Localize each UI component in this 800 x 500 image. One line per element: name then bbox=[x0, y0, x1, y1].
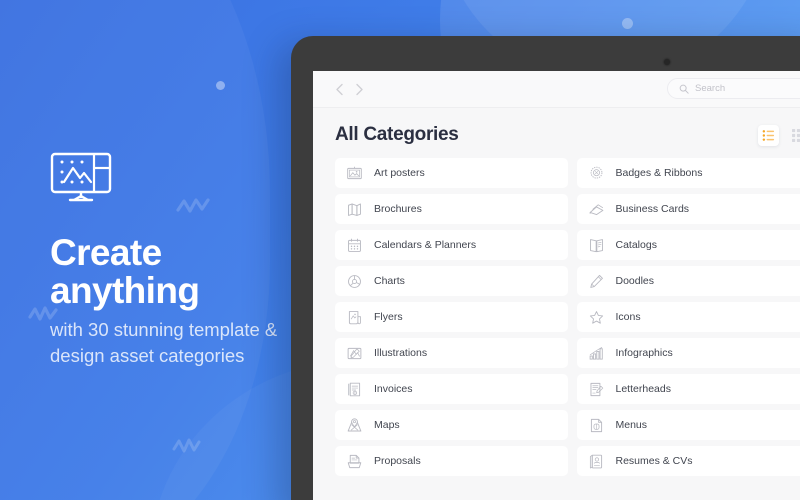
category-label: Catalogs bbox=[615, 239, 657, 251]
flyer-icon bbox=[348, 310, 361, 324]
category-row-flyers[interactable]: Flyers bbox=[335, 302, 568, 332]
search-placeholder-text: Search bbox=[695, 83, 726, 94]
category-label: Brochures bbox=[374, 203, 422, 215]
category-row-badges-ribbons[interactable]: Badges & Ribbons bbox=[576, 158, 800, 188]
category-label: Calendars & Planners bbox=[374, 239, 477, 251]
category-row-art-posters[interactable]: Art posters bbox=[335, 158, 568, 188]
category-row-resumes-cvs[interactable]: Resumes & CVs bbox=[576, 446, 800, 476]
illustration-icon bbox=[347, 347, 362, 359]
category-row-proposals[interactable]: Proposals bbox=[335, 446, 568, 476]
category-row-doodles[interactable]: Doodles bbox=[576, 266, 800, 296]
grid-view-icon bbox=[792, 128, 800, 142]
category-label: Art posters bbox=[374, 167, 425, 179]
category-label: Icons bbox=[615, 311, 641, 323]
proposal-folder-icon bbox=[347, 454, 362, 468]
category-label: Flyers bbox=[374, 311, 403, 323]
decorative-zigzag-icon bbox=[172, 438, 201, 453]
category-row-calendars-planners[interactable]: Calendars & Planners bbox=[335, 230, 568, 260]
chevron-right-icon bbox=[355, 83, 363, 95]
category-label: Letterheads bbox=[615, 383, 671, 395]
decorative-dot bbox=[622, 18, 633, 29]
catalog-icon bbox=[589, 238, 603, 252]
browser-toolbar: Search bbox=[313, 71, 800, 108]
search-input[interactable]: Search bbox=[667, 78, 800, 99]
promo-headline: Create anything bbox=[50, 232, 200, 311]
menu-document-icon bbox=[590, 418, 602, 432]
calendar-icon bbox=[348, 238, 361, 252]
category-label: Infographics bbox=[615, 347, 673, 359]
promo-subheadline: with 30 stunning template & design asset… bbox=[50, 319, 278, 366]
category-label: Badges & Ribbons bbox=[615, 167, 703, 179]
category-label: Illustrations bbox=[374, 347, 428, 359]
pencil-icon bbox=[589, 274, 603, 288]
business-card-icon bbox=[589, 203, 603, 215]
category-row-business-cards[interactable]: Business Cards bbox=[576, 194, 800, 224]
category-row-catalogs[interactable]: Catalogs bbox=[576, 230, 800, 260]
category-label: Resumes & CVs bbox=[615, 455, 693, 467]
brochure-icon bbox=[348, 203, 361, 216]
decorative-dot bbox=[216, 81, 225, 90]
category-row-charts[interactable]: Charts bbox=[335, 266, 568, 296]
category-row-illustrations[interactable]: Illustrations bbox=[335, 338, 568, 368]
page-title: All Categories bbox=[335, 124, 459, 145]
decorative-zigzag-icon bbox=[176, 198, 210, 213]
category-label: Doodles bbox=[615, 275, 655, 287]
category-label: Proposals bbox=[374, 455, 421, 467]
letterhead-icon bbox=[590, 382, 603, 396]
category-label: Menus bbox=[615, 419, 648, 431]
star-icon bbox=[589, 310, 603, 324]
bar-chart-icon bbox=[589, 346, 603, 360]
category-label: Invoices bbox=[374, 383, 413, 395]
map-pin-icon bbox=[347, 417, 362, 431]
search-icon bbox=[679, 84, 689, 94]
category-list: Art posters Badges & Ribbons Brochures B… bbox=[313, 158, 800, 476]
list-view-icon bbox=[762, 129, 775, 141]
invoice-icon bbox=[348, 382, 361, 396]
category-row-icons[interactable]: Icons bbox=[576, 302, 800, 332]
category-row-invoices[interactable]: Invoices bbox=[335, 374, 568, 404]
grid-view-toggle[interactable] bbox=[788, 125, 800, 146]
tablet-camera-icon bbox=[664, 59, 670, 65]
list-view-toggle[interactable] bbox=[758, 124, 779, 146]
view-toggle-group bbox=[758, 124, 800, 146]
page-header: All Categories bbox=[313, 108, 800, 158]
chevron-left-icon bbox=[335, 83, 343, 95]
category-row-infographics[interactable]: Infographics bbox=[576, 338, 800, 368]
forward-button[interactable] bbox=[349, 79, 369, 99]
category-row-brochures[interactable]: Brochures bbox=[335, 194, 568, 224]
resume-icon bbox=[589, 454, 602, 468]
tablet-screen: Search All Categories Art posters Badges… bbox=[313, 71, 800, 500]
pie-chart-icon bbox=[348, 274, 361, 288]
category-row-maps[interactable]: Maps bbox=[335, 410, 568, 440]
monitor-design-icon bbox=[50, 152, 112, 202]
category-row-menus[interactable]: Menus bbox=[576, 410, 800, 440]
badge-ribbon-icon bbox=[590, 166, 602, 179]
art-poster-icon bbox=[347, 166, 362, 179]
category-label: Business Cards bbox=[615, 203, 690, 215]
back-button[interactable] bbox=[329, 79, 349, 99]
category-label: Maps bbox=[374, 419, 400, 431]
tablet-device-frame: Search All Categories Art posters Badges… bbox=[291, 36, 800, 500]
category-label: Charts bbox=[374, 275, 405, 287]
category-row-letterheads[interactable]: Letterheads bbox=[576, 374, 800, 404]
